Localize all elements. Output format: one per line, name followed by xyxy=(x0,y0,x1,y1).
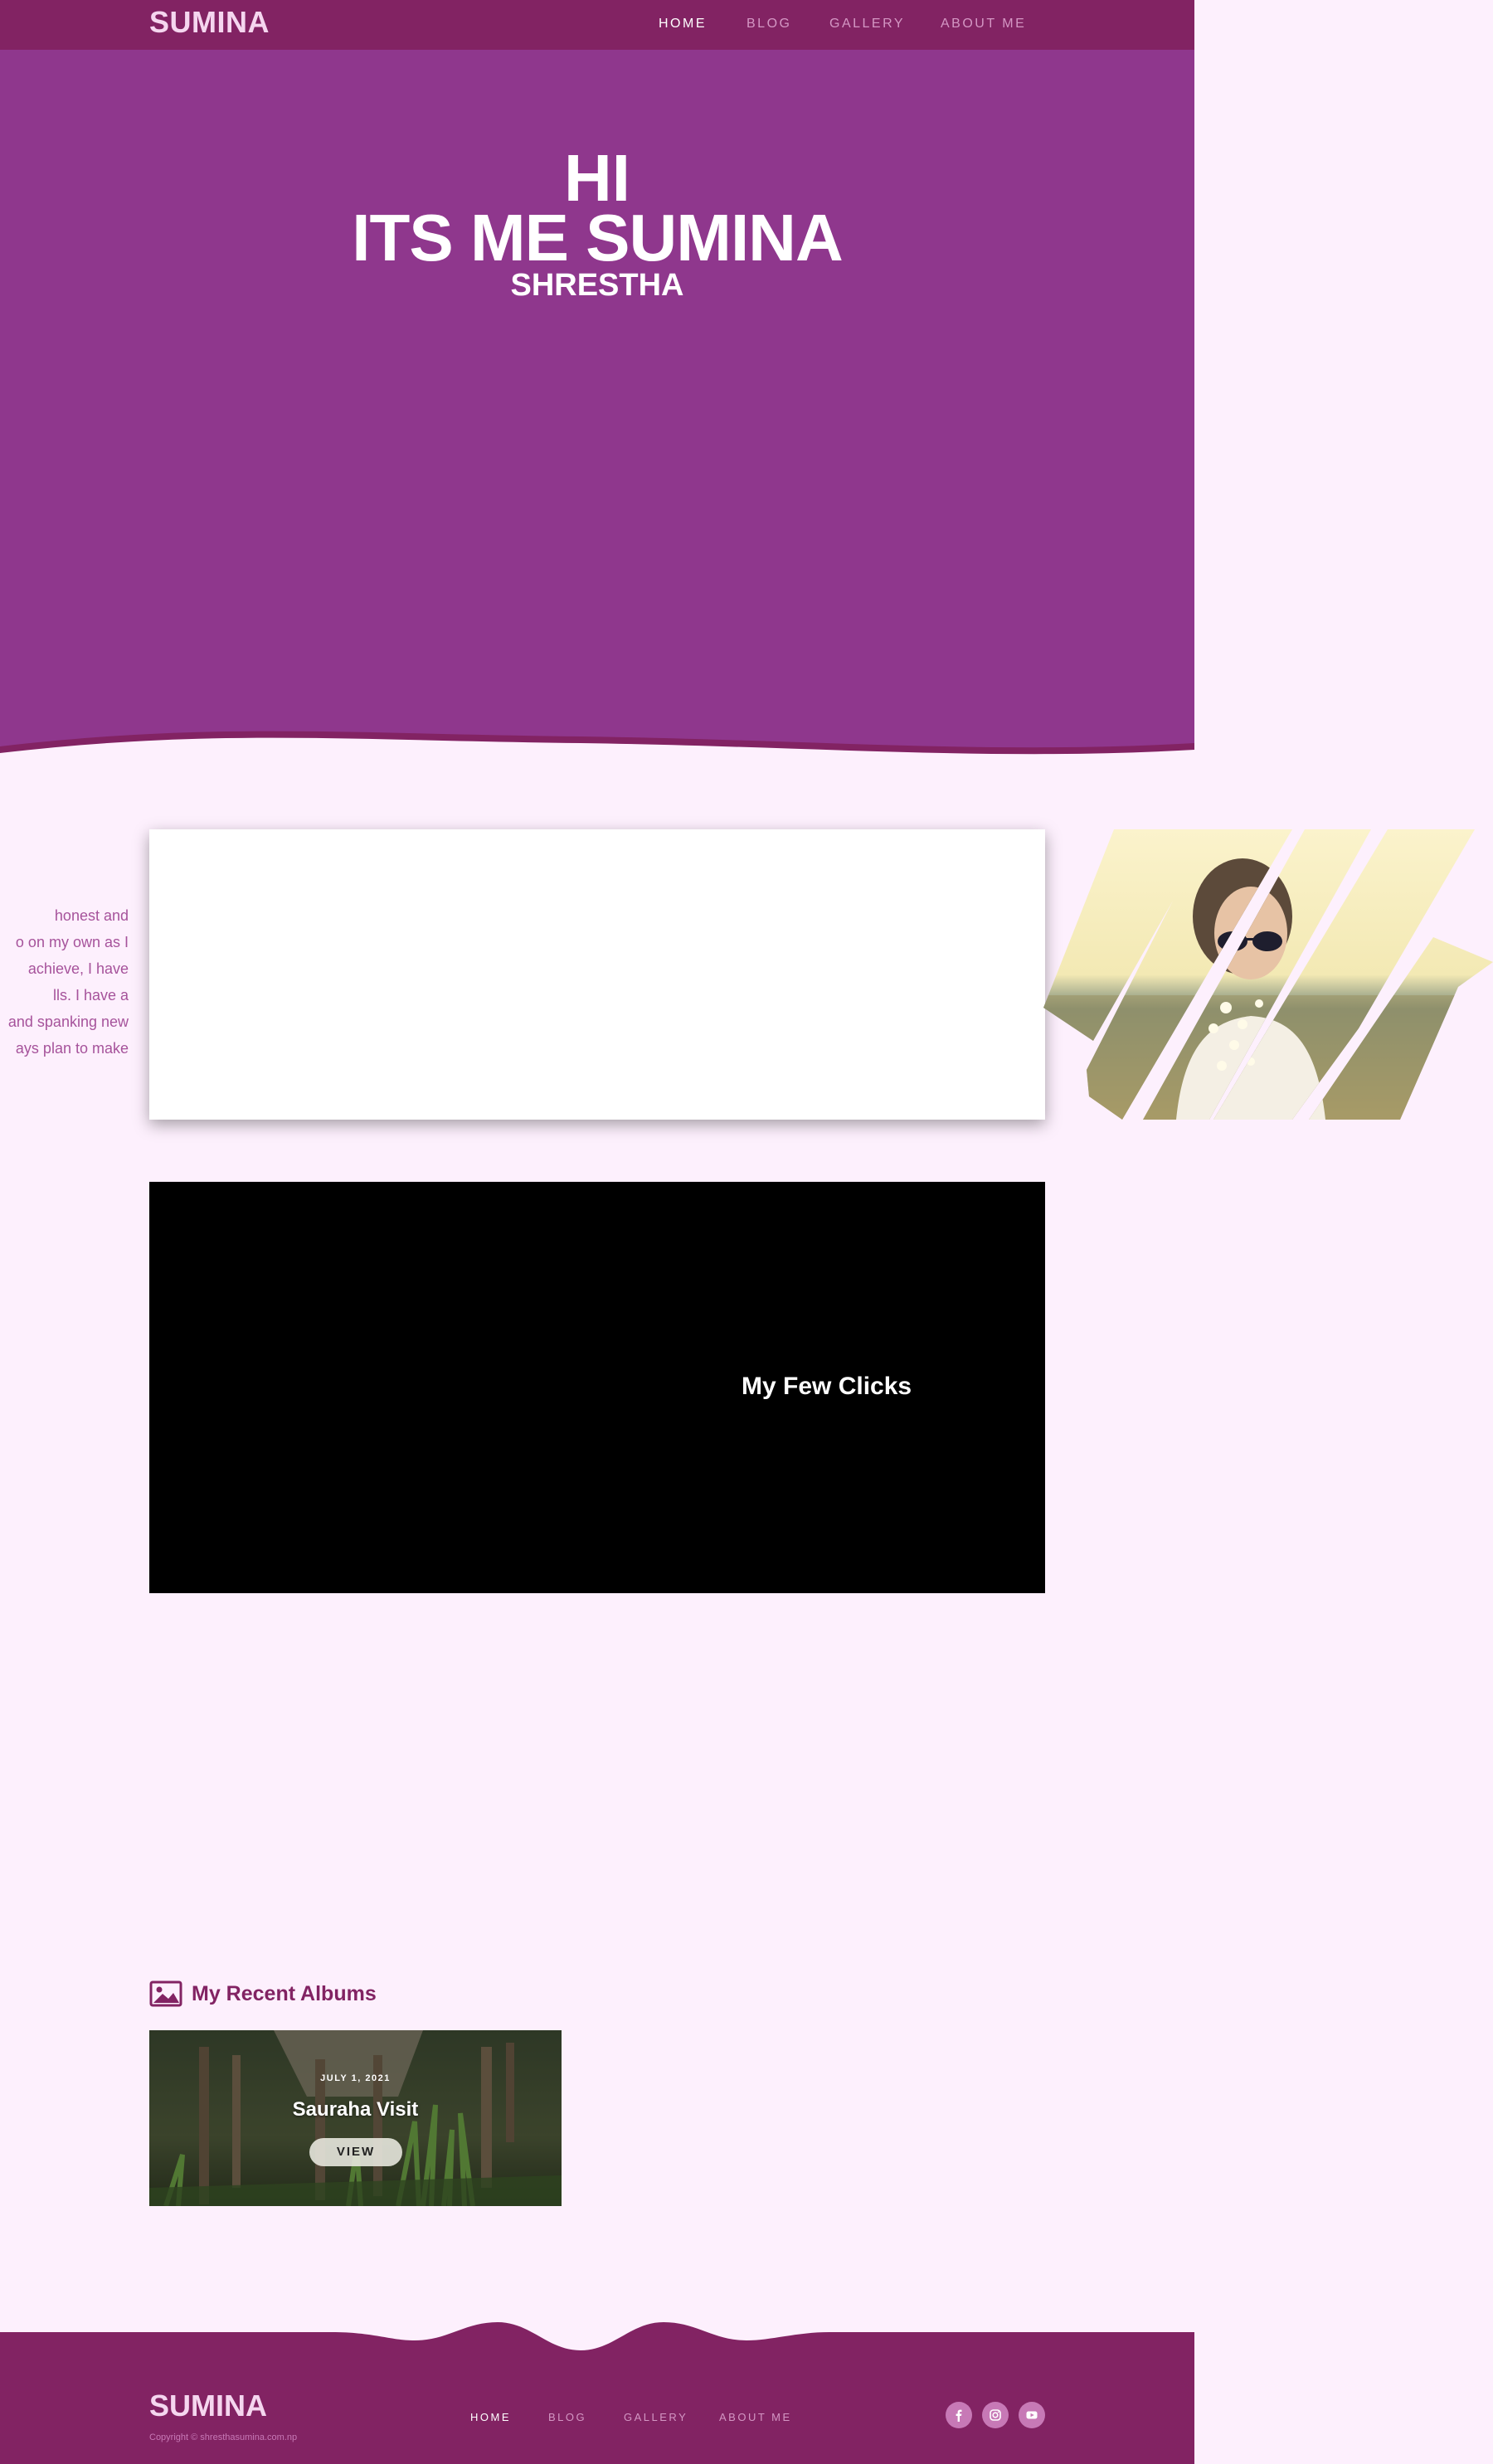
instagram-icon[interactable] xyxy=(982,2402,1009,2428)
intro-line: o on my own as I xyxy=(15,934,129,950)
footer-brand[interactable]: SUMINA xyxy=(149,2389,267,2423)
footer-nav-about-me[interactable]: ABOUT ME xyxy=(719,2411,792,2423)
intro-line: achieve, I have xyxy=(27,960,129,977)
intro-line: and spanking new xyxy=(7,1013,129,1030)
top-navbar: SUMINA HOME BLOG GALLERY ABOUT ME xyxy=(0,0,1194,50)
nav-about-me[interactable]: ABOUT ME xyxy=(941,17,1026,32)
intro-card xyxy=(149,829,1045,1120)
nav-blog[interactable]: BLOG xyxy=(746,17,791,32)
intro-line: lls. I have a xyxy=(52,987,129,1004)
image-icon xyxy=(149,1980,182,2007)
footer-nav-blog[interactable]: BLOG xyxy=(548,2411,586,2423)
intro-paragraph: honest and o on my own as I achieve, I h… xyxy=(0,902,133,1062)
hero-surname: SHRESTHA xyxy=(510,268,684,303)
footer-copyright: Copyright © shresthasumina.com.np xyxy=(149,2432,298,2442)
album-view-button[interactable]: VIEW xyxy=(309,2138,402,2166)
brand-logo[interactable]: SUMINA xyxy=(149,5,270,40)
nav-home[interactable]: HOME xyxy=(659,17,707,32)
portrait-image xyxy=(1043,829,1493,1120)
album-date: JULY 1, 2021 xyxy=(320,2073,391,2083)
intro-line: honest and xyxy=(54,907,129,924)
facebook-icon[interactable] xyxy=(946,2402,972,2428)
album-card[interactable]: JULY 1, 2021 Sauraha Visit VIEW xyxy=(149,2030,562,2206)
site-footer: SUMINA Copyright © shresthasumina.com.np… xyxy=(0,2314,1194,2464)
nav-gallery[interactable]: GALLERY xyxy=(829,17,905,32)
albums-title: My Recent Albums xyxy=(192,1981,377,2005)
hero-banner: HI ITS ME SUMINA SHRESTHA xyxy=(0,50,1194,780)
video-player[interactable]: My Few Clicks xyxy=(149,1182,1045,1593)
footer-nav-home[interactable]: HOME xyxy=(470,2411,511,2423)
video-caption: My Few Clicks xyxy=(742,1373,912,1400)
albums-heading: My Recent Albums xyxy=(149,1980,377,2007)
hero-name: ITS ME SUMINA xyxy=(352,201,843,275)
hero-wave-divider xyxy=(0,731,1194,780)
youtube-icon[interactable] xyxy=(1019,2402,1045,2428)
intro-line: ays plan to make xyxy=(15,1040,129,1057)
album-title[interactable]: Sauraha Visit xyxy=(149,2098,562,2121)
footer-nav-gallery[interactable]: GALLERY xyxy=(624,2411,688,2423)
